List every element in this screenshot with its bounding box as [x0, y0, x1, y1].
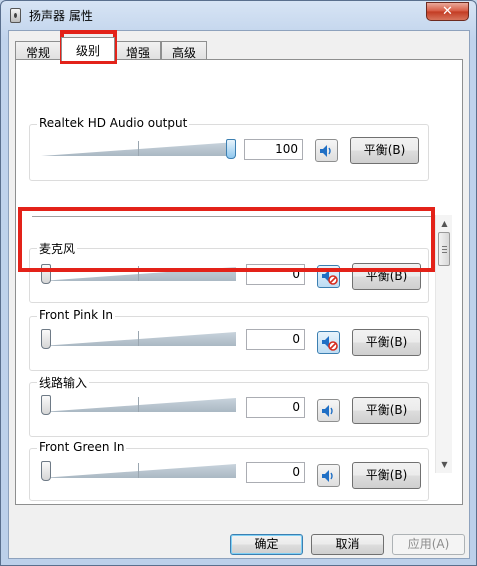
speaker-icon	[320, 145, 331, 157]
balance-button[interactable]: 平衡(B)	[350, 137, 419, 164]
speaker-muted-icon	[322, 270, 338, 285]
mute-toggle-button[interactable]	[317, 464, 340, 487]
slider-thumb[interactable]	[41, 329, 51, 349]
tab-levels[interactable]: 级别	[61, 37, 115, 61]
volume-slider[interactable]	[41, 329, 236, 351]
volume-value-field[interactable]: 0	[246, 329, 305, 350]
mute-toggle-button[interactable]	[315, 139, 338, 162]
tab-general[interactable]: 常规	[15, 41, 61, 60]
volume-slider[interactable]	[41, 461, 236, 483]
ok-button[interactable]: 确定	[230, 534, 303, 555]
tab-enhancements[interactable]: 增强	[115, 41, 161, 60]
channel-name: Front Green In	[37, 440, 127, 454]
slider-thumb[interactable]	[41, 461, 51, 481]
volume-slider[interactable]	[41, 139, 236, 161]
volume-slider[interactable]	[41, 395, 236, 417]
balance-button[interactable]: 平衡(B)	[352, 329, 421, 356]
slider-thumb[interactable]	[41, 395, 51, 415]
levels-panel: Realtek HD Audio output 100 平衡(B) 麦克风 0 …	[15, 59, 463, 505]
properties-window: 扬声器 属性 ✕ 常规 级别 增强 高级 Realtek HD Audio ou…	[0, 0, 477, 566]
volume-value-field[interactable]: 0	[246, 264, 305, 285]
mute-toggle-button[interactable]	[317, 399, 340, 422]
channel-name: Realtek HD Audio output	[37, 116, 190, 130]
slider-thumb[interactable]	[41, 264, 51, 284]
scroll-down-arrow-icon[interactable]: ▼	[436, 456, 453, 473]
volume-value-field[interactable]: 100	[244, 139, 303, 160]
volume-value-field[interactable]: 0	[246, 462, 305, 483]
title-bar[interactable]: 扬声器 属性 ✕	[1, 1, 476, 29]
volume-slider[interactable]	[41, 264, 236, 286]
tab-advanced[interactable]: 高级	[161, 41, 207, 60]
separator	[32, 216, 447, 217]
speaker-icon	[322, 405, 333, 417]
slider-thumb[interactable]	[226, 139, 236, 159]
channel-name: 麦克风	[37, 240, 78, 257]
cancel-button[interactable]: 取消	[311, 534, 384, 555]
mute-toggle-button[interactable]	[317, 265, 340, 288]
channel-name: Front Pink In	[37, 308, 115, 322]
scroll-thumb[interactable]	[438, 232, 450, 266]
speaker-device-icon	[10, 8, 21, 23]
channel-group-front-pink: Front Pink In 0 平衡(B)	[29, 308, 429, 371]
window-title: 扬声器 属性	[29, 9, 93, 23]
channel-group-microphone: 麦克风 0 平衡(B)	[29, 240, 429, 303]
volume-value-field[interactable]: 0	[246, 397, 305, 418]
balance-button[interactable]: 平衡(B)	[352, 263, 421, 290]
scroll-up-arrow-icon[interactable]: ▲	[436, 215, 453, 232]
balance-button[interactable]: 平衡(B)	[352, 397, 421, 424]
channel-group-line-in: 线路输入 0 平衡(B)	[29, 374, 429, 437]
channel-name: 线路输入	[37, 374, 90, 391]
channel-group-output: Realtek HD Audio output 100 平衡(B)	[29, 116, 429, 181]
mute-toggle-button[interactable]	[317, 331, 340, 354]
close-icon: ✕	[442, 4, 453, 19]
levels-scrollbar[interactable]: ▲ ▼	[435, 215, 452, 473]
apply-button[interactable]: 应用(A)	[392, 534, 465, 555]
speaker-icon	[322, 470, 333, 482]
balance-button[interactable]: 平衡(B)	[352, 462, 421, 489]
close-button[interactable]: ✕	[426, 2, 469, 21]
speaker-muted-icon	[322, 336, 338, 351]
channel-group-front-green: Front Green In 0 平衡(B)	[29, 440, 429, 501]
dialog-client-area: 常规 级别 增强 高级 Realtek HD Audio output 100	[8, 30, 470, 559]
